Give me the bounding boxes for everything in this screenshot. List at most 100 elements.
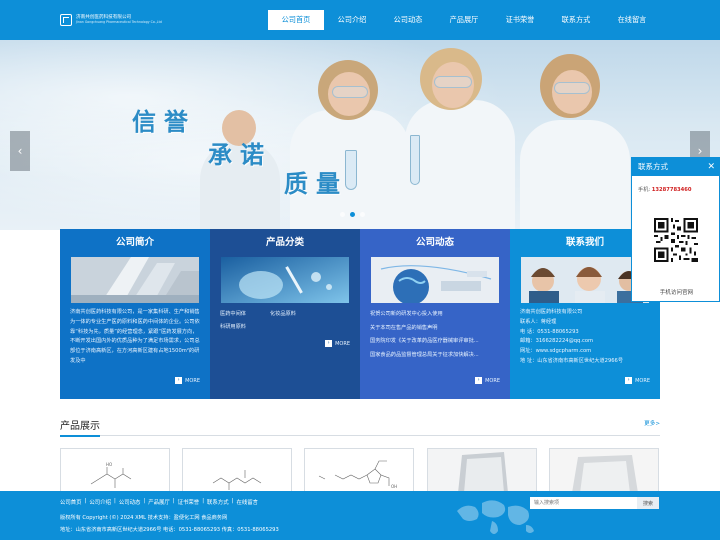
footer-separator: | [143, 498, 146, 504]
floating-contact-box: 联系方式 ✕ 手机: 13287783460 手机访问官网 [631, 157, 720, 302]
about-thumbnail [71, 257, 199, 303]
banner-slogan-3: 质量 [284, 169, 348, 198]
hero-banner: 信誉 承诺 质量 ‹ › [0, 40, 720, 230]
footer-link-home[interactable]: 公司首页 [60, 498, 82, 506]
contact-email[interactable]: 邮箱：3166282224@qq.com [520, 337, 652, 347]
news-item[interactable]: 国家食品药品监督管理总局关于征求加快解决... [370, 349, 502, 363]
footer-links: 公司首页 | 公司介绍 | 公司动态 | 产品展厅 | 证书荣誉 | 联系方式 … [60, 498, 258, 506]
svg-text:HO: HO [106, 462, 112, 467]
contact-tel: 电 话：0531-88065293 [520, 328, 579, 335]
world-map-decoration [457, 500, 534, 534]
info-panels: 公司简介 济南共创医药科技有限公司，是一家集科研、生产和销售为一体的专业生产医药… [60, 229, 660, 399]
footer-separator: | [84, 498, 87, 504]
categories-more-link[interactable]: › MORE [325, 340, 350, 347]
about-more-link[interactable]: › MORE [175, 377, 200, 384]
news-item[interactable]: 祝贺公司新的研发中心投入使用 [370, 308, 502, 322]
logo-text: 济南共创医药科技有限公司 Jinan Gongchuang Pharmaceut… [76, 15, 162, 24]
logo-name-en: Jinan Gongchuang Pharmaceutical Technolo… [76, 19, 162, 24]
phone-label: 手机: [638, 187, 651, 193]
category-list: 医药中间体 化妆品原料 科研用原料 [220, 308, 352, 333]
phone-number: 13287783460 [651, 187, 692, 193]
more-arrow-icon: › [325, 340, 333, 347]
banner-prev-arrow[interactable]: ‹ [10, 131, 30, 171]
banner-dot[interactable] [360, 212, 365, 217]
contact-company: 济南共创医药科技有限公司 [520, 309, 583, 315]
close-icon[interactable]: ✕ [707, 158, 715, 176]
qr-code-icon [654, 218, 698, 262]
banner-slogan-1: 信誉 [132, 107, 196, 136]
panel-categories: 产品分类 医药中间体 化妆品原料 科研用原料 › MORE [210, 229, 360, 399]
news-list: 祝贺公司新的研发中心投入使用 关于本司在售产品的销售声明 国务院印发《关于改革药… [370, 308, 502, 362]
category-item[interactable]: 医药中间体 [220, 308, 246, 321]
footer-copyright: 版权所有 Copyright (©) 2024 XML 技术支持：盈便化工网 食… [60, 515, 228, 521]
news-thumbnail [371, 257, 499, 303]
banner-pagination [340, 212, 365, 217]
search-input[interactable] [530, 497, 637, 509]
nav-message[interactable]: 在线留言 [604, 10, 660, 30]
more-arrow-icon: › [175, 377, 183, 384]
nav-certificates[interactable]: 证书荣誉 [492, 10, 548, 30]
floating-phone: 手机: 13287783460 [638, 186, 692, 193]
panel-categories-title[interactable]: 产品分类 [210, 229, 360, 256]
qr-caption: 手机访问官网 [659, 290, 694, 296]
logo-icon [60, 14, 72, 26]
footer-search: 搜索 [530, 497, 660, 509]
category-item[interactable]: 化妆品原料 [270, 308, 296, 321]
footer-separator: | [113, 498, 116, 504]
products-title: 产品展示 [60, 417, 100, 437]
contact-more-label: MORE [635, 377, 650, 384]
contact-person: 联系人：蒋经理 [520, 318, 557, 325]
contact-info: 济南共创医药科技有限公司 联系人：蒋经理 电 话：0531-88065293 邮… [520, 308, 652, 367]
news-item[interactable]: 关于本司在售产品的销售声明 [370, 322, 502, 336]
footer-separator: | [231, 498, 234, 504]
top-navbar: 济南共创医药科技有限公司 Jinan Gongchuang Pharmaceut… [0, 0, 720, 40]
floating-contact-header: 联系方式 ✕ [632, 158, 719, 176]
footer-link-news[interactable]: 公司动态 [119, 498, 141, 506]
contact-web[interactable]: 网址：www.sdgcpharm.com [520, 347, 652, 357]
footer: 公司首页 | 公司介绍 | 公司动态 | 产品展厅 | 证书荣誉 | 联系方式 … [0, 491, 720, 540]
product-card[interactable]: OH [304, 448, 414, 492]
svg-text:OH: OH [391, 484, 397, 489]
footer-link-about[interactable]: 公司介绍 [89, 498, 111, 506]
panel-news-title[interactable]: 公司动态 [360, 229, 510, 256]
category-item[interactable]: 科研用原料 [220, 321, 246, 334]
categories-more-label: MORE [335, 340, 350, 347]
news-more-link[interactable]: › MORE [475, 377, 500, 384]
contact-address: 地 址：山东省济南市高新区世纪大道2966号 [520, 357, 624, 364]
about-more-label: MORE [185, 377, 200, 384]
products-more-link[interactable]: 更多> [644, 419, 660, 427]
contact-thumbnail [521, 257, 649, 303]
nav-products[interactable]: 产品展厅 [436, 10, 492, 30]
news-item[interactable]: 国务院印发《关于改革药品医疗器械审评审批... [370, 335, 502, 349]
footer-address: 地址：山东省济南市高新区世纪大道2966号 电话：0531-88065293 传… [60, 527, 279, 533]
page: 济南共创医药科技有限公司 Jinan Gongchuang Pharmaceut… [0, 0, 720, 540]
categories-thumbnail [221, 257, 349, 303]
nav-about[interactable]: 公司介绍 [324, 10, 380, 30]
banner-dot[interactable] [350, 212, 355, 217]
main-nav: 公司首页 公司介绍 公司动态 产品展厅 证书荣誉 联系方式 在线留言 [268, 10, 660, 30]
footer-link-message[interactable]: 在线留言 [236, 498, 258, 506]
product-card[interactable] [182, 448, 292, 492]
product-card[interactable]: HO [60, 448, 170, 492]
panel-about: 公司简介 济南共创医药科技有限公司，是一家集科研、生产和销售为一体的专业生产医药… [60, 229, 210, 399]
banner-dot[interactable] [340, 212, 345, 217]
nav-home[interactable]: 公司首页 [268, 10, 324, 30]
nav-news[interactable]: 公司动态 [380, 10, 436, 30]
products-section-header: 产品展示 更多> [60, 414, 660, 437]
nav-contact[interactable]: 联系方式 [548, 10, 604, 30]
footer-link-contact[interactable]: 联系方式 [207, 498, 229, 506]
more-arrow-icon: › [625, 377, 633, 384]
banner-slogan-2: 承诺 [208, 140, 272, 169]
search-button[interactable]: 搜索 [637, 497, 659, 509]
company-logo[interactable]: 济南共创医药科技有限公司 Jinan Gongchuang Pharmaceut… [60, 9, 162, 31]
product-card[interactable] [549, 448, 659, 492]
floating-contact-title: 联系方式 [638, 162, 668, 171]
news-more-label: MORE [485, 377, 500, 384]
footer-link-certificates[interactable]: 证书荣誉 [178, 498, 200, 506]
panel-news: 公司动态 祝贺公司新的研发中心投入使用 关于本司在售产品的销售声明 国务院印发《… [360, 229, 510, 399]
footer-link-products[interactable]: 产品展厅 [148, 498, 170, 506]
about-text: 济南共创医药科技有限公司，是一家集科研、生产和销售为一体的专业生产医药原料和医药… [70, 309, 200, 364]
product-card[interactable] [427, 448, 537, 492]
panel-about-title[interactable]: 公司简介 [60, 229, 210, 256]
contact-more-link[interactable]: › MORE [625, 377, 650, 384]
